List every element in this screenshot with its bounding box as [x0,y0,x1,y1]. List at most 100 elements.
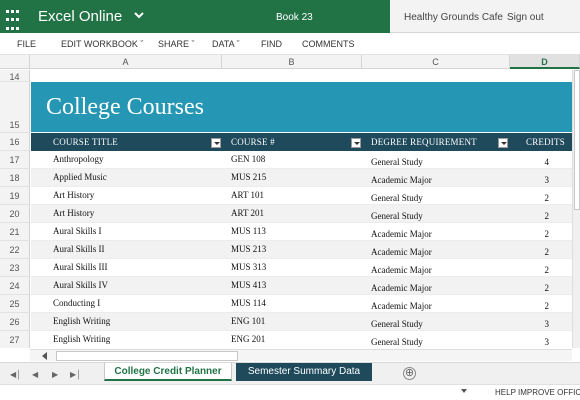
menu-comments[interactable]: COMMENTS [302,39,355,49]
cell-degree-requirement[interactable]: General Study [371,157,423,167]
row-number[interactable]: 19 [0,187,30,205]
cell-course-number[interactable]: MUS 413 [231,280,266,290]
cell-degree-requirement[interactable]: Academic Major [371,175,432,185]
cell-degree-requirement[interactable]: Academic Major [371,247,432,257]
column-header-d[interactable]: D [510,55,580,69]
table-row[interactable]: Conducting I MUS 114 Academic Major 2 [31,295,572,313]
tab-college-credit-planner[interactable]: College Credit Planner [104,363,232,381]
table-row[interactable]: Aural Skills I MUS 113 Academic Major 2 [31,223,572,241]
user-org-name[interactable]: Healthy Grounds Cafe [404,12,503,23]
menu-share[interactable]: SHARE ˇ [158,39,195,49]
sign-out-link[interactable]: Sign out [507,12,544,23]
table-row[interactable]: Aural Skills III MUS 313 Academic Major … [31,259,572,277]
menu-data[interactable]: DATA ˇ [212,39,240,49]
cell-course-title[interactable]: Aural Skills IV [53,280,108,290]
horizontal-scrollbar[interactable] [30,349,572,361]
cell-course-title[interactable]: Applied Music [53,172,107,182]
table-row[interactable]: Art History ART 201 General Study 2 [31,205,572,223]
cell-course-title[interactable]: Aural Skills I [53,226,102,236]
cell-course-number[interactable]: ENG 101 [231,316,265,326]
first-sheet-icon[interactable]: ◀│ [10,370,21,379]
row-number[interactable]: 16 [0,133,30,151]
table-row[interactable]: Aural Skills IV MUS 413 Academic Major 2 [31,277,572,295]
cell-course-number[interactable]: MUS 114 [231,298,266,308]
header-credits[interactable]: CREDITS [526,137,565,147]
header-course-number[interactable]: COURSE # [231,137,275,147]
cell-credits[interactable]: 2 [537,229,550,239]
cell-degree-requirement[interactable]: Academic Major [371,283,432,293]
table-row[interactable]: English Writing ENG 101 General Study 3 [31,313,572,331]
cell-credits[interactable]: 2 [537,265,550,275]
cell-credits[interactable]: 3 [537,319,550,329]
workbook-name[interactable]: Book 23 [276,12,313,23]
column-header-b[interactable]: B [222,55,362,69]
row-number[interactable]: 21 [0,223,30,241]
header-degree-requirement[interactable]: DEGREE REQUIREMENT [371,137,477,147]
cell-course-title[interactable]: Anthropology [53,154,104,164]
row-number[interactable]: 27 [0,331,30,348]
app-name[interactable]: Excel Online [38,8,122,25]
row-number[interactable]: 20 [0,205,30,223]
cell-course-number[interactable]: MUS 313 [231,262,266,272]
tab-semester-summary-data[interactable]: Semester Summary Data [236,363,372,381]
last-sheet-icon[interactable]: ▶│ [70,370,81,379]
cell-credits[interactable]: 3 [537,337,550,347]
cell-course-number[interactable]: GEN 108 [231,154,265,164]
table-row[interactable]: English Writing ENG 201 General Study 3 [31,331,572,348]
cell-course-number[interactable]: MUS 215 [231,172,266,182]
vertical-scroll-thumb[interactable] [574,70,580,210]
cell-credits[interactable]: 3 [537,175,550,185]
chevron-down-icon[interactable] [132,8,146,22]
status-dropdown-icon[interactable] [461,389,467,393]
add-sheet-icon[interactable]: ⊕ [403,367,416,380]
row-number[interactable]: 17 [0,151,30,169]
menu-edit-workbook[interactable]: EDIT WORKBOOK ˇ [61,39,143,49]
row-number[interactable]: 23 [0,259,30,277]
cell-course-title[interactable]: Art History [53,208,94,218]
cell-course-title[interactable]: English Writing [53,334,110,344]
table-row[interactable]: Art History ART 101 General Study 2 [31,187,572,205]
cell-credits[interactable]: 2 [537,211,550,221]
cell-credits[interactable]: 2 [537,247,550,257]
row-number[interactable]: 15 [0,82,30,133]
horizontal-scroll-thumb[interactable] [56,351,238,361]
cell-credits[interactable]: 2 [537,193,550,203]
header-course-title[interactable]: COURSE TITLE [53,137,118,147]
cell-course-title[interactable]: English Writing [53,316,110,326]
filter-dropdown-icon[interactable] [351,138,361,148]
cell-degree-requirement[interactable]: General Study [371,337,423,347]
column-header-a[interactable]: A [30,55,222,69]
previous-sheet-icon[interactable]: ◀ [32,370,38,379]
cell-credits[interactable]: 4 [537,157,550,167]
cell-degree-requirement[interactable]: Academic Major [371,301,432,311]
select-all-corner[interactable] [0,55,30,69]
cell-course-title[interactable]: Conducting I [53,298,100,308]
row-number[interactable]: 18 [0,169,30,187]
row-number[interactable]: 26 [0,313,30,331]
cell-course-number[interactable]: ART 201 [231,208,264,218]
table-row[interactable]: Anthropology GEN 108 General Study 4 [31,151,572,169]
row-number[interactable]: 22 [0,241,30,259]
cell-credits[interactable]: 2 [537,301,550,311]
cell-degree-requirement[interactable]: General Study [371,211,423,221]
cell-degree-requirement[interactable]: Academic Major [371,229,432,239]
menu-file[interactable]: FILE [17,39,36,49]
table-row[interactable]: Applied Music MUS 215 Academic Major 3 [31,169,572,187]
column-header-c[interactable]: C [362,55,510,69]
vertical-scrollbar[interactable] [572,70,580,348]
row-number[interactable]: 24 [0,277,30,295]
scroll-left-arrow-icon[interactable] [42,352,47,360]
row-number[interactable]: 25 [0,295,30,313]
help-improve-office-link[interactable]: HELP IMPROVE OFFICE [495,388,580,397]
next-sheet-icon[interactable]: ▶ [52,370,58,379]
cell-degree-requirement[interactable]: General Study [371,193,423,203]
cell-course-title[interactable]: Aural Skills III [53,262,108,272]
title-banner[interactable]: College Courses [31,82,572,132]
filter-dropdown-icon[interactable] [498,138,508,148]
row-number[interactable]: 14 [0,70,30,82]
cell-course-number[interactable]: ENG 201 [231,334,265,344]
cell-course-number[interactable]: MUS 113 [231,226,266,236]
cell-course-number[interactable]: ART 101 [231,190,264,200]
filter-dropdown-icon[interactable] [211,138,221,148]
cell-course-title[interactable]: Art History [53,190,94,200]
